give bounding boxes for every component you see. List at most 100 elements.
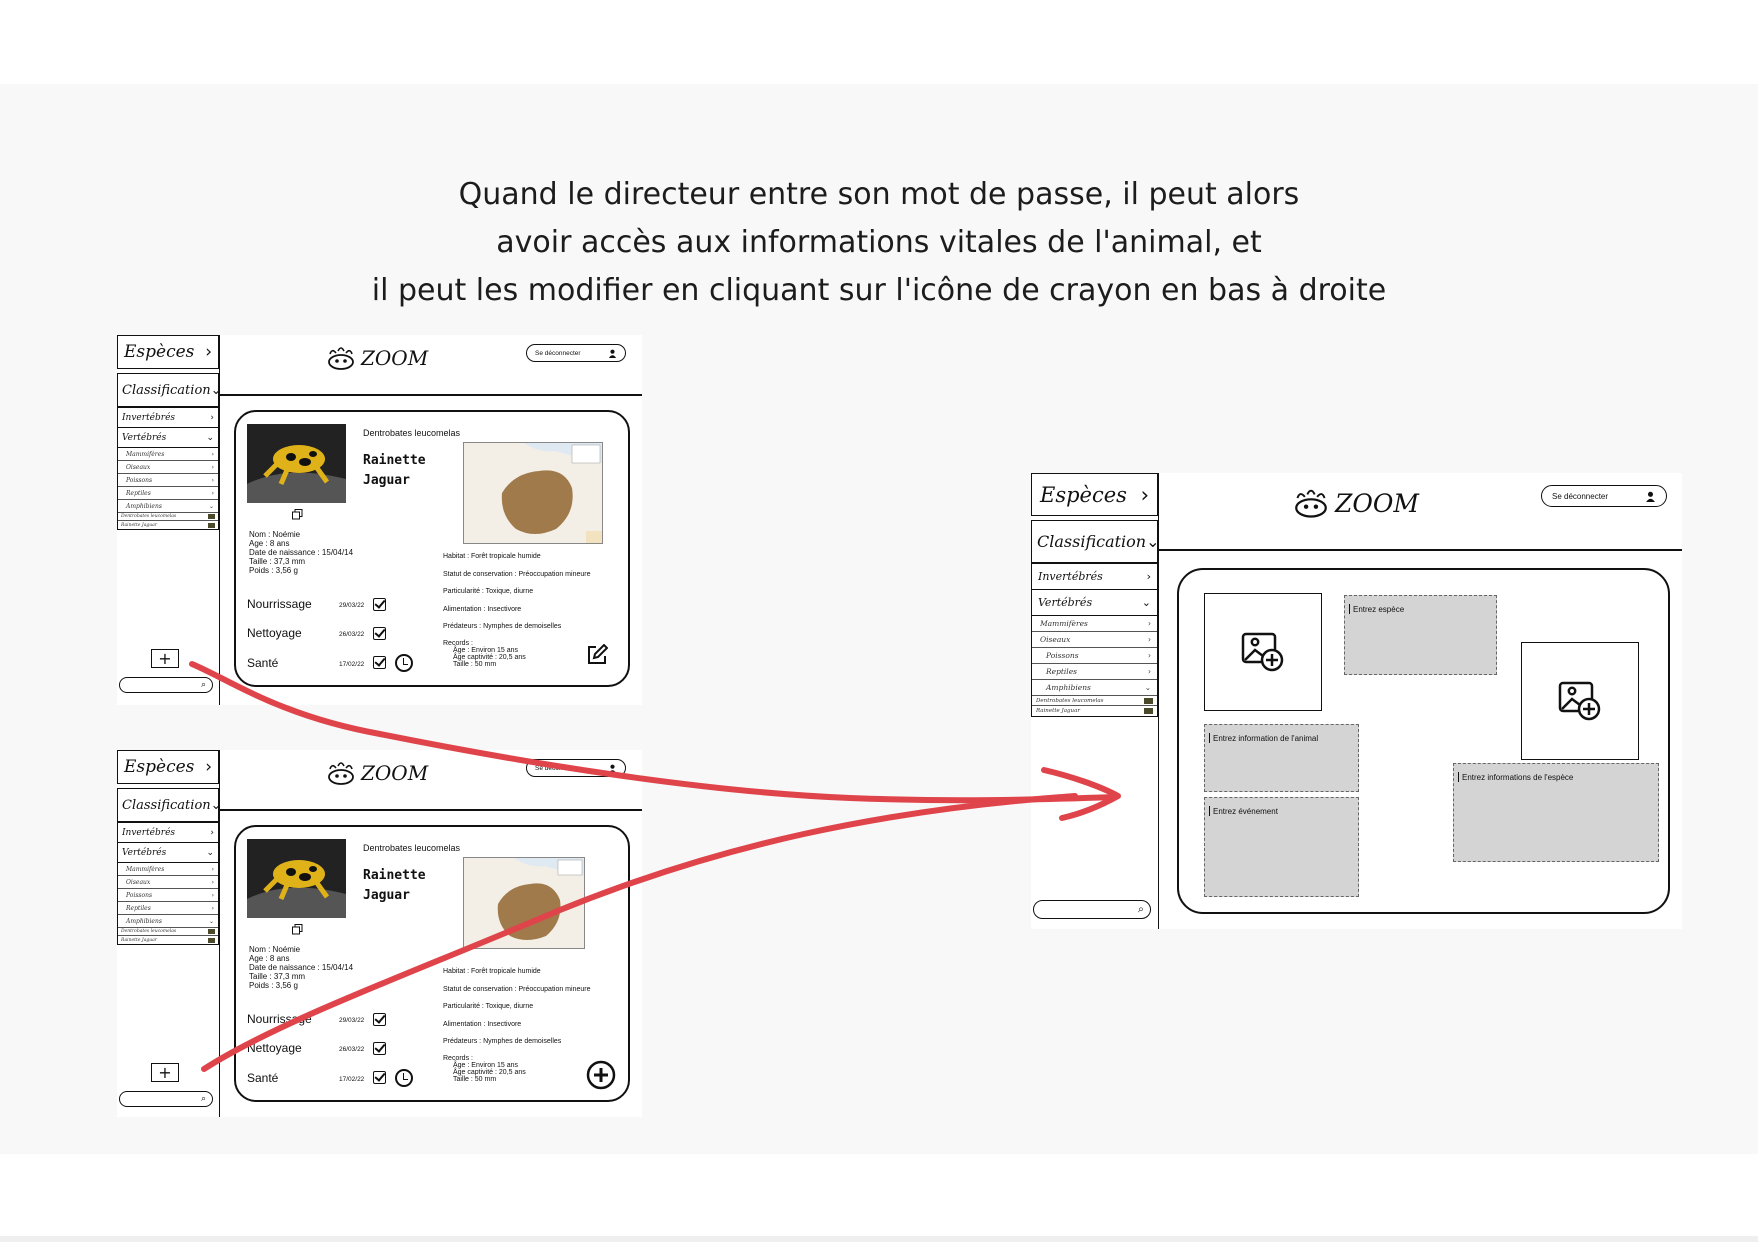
- sidebar-species-item[interactable]: Rainette Jaguar: [1032, 706, 1157, 716]
- sidebar-classification-label: Classification: [1037, 532, 1147, 551]
- search-input[interactable]: ⌕: [119, 1091, 213, 1107]
- sidebar-species-item[interactable]: Rainette Jaguar: [118, 521, 218, 529]
- chevron-right-icon: ›: [211, 489, 214, 497]
- checkbox-icon[interactable]: [373, 598, 386, 611]
- sidebar-subitem-label: Oiseaux: [126, 463, 151, 471]
- sidebar-subitem-label: Amphibiens: [1046, 683, 1091, 692]
- range-map-image: [464, 443, 602, 543]
- sidebar-classification[interactable]: Classification ⌄: [1031, 520, 1160, 563]
- particularite-text: Particularité : Toxique, diurne: [443, 588, 534, 595]
- sidebar-species-label: Dentrobates leucomelas: [1036, 697, 1104, 704]
- sidebar-subitem-mammiferes[interactable]: Mammifères ›: [118, 863, 218, 876]
- evenement-input[interactable]: Entrez événement: [1204, 797, 1359, 897]
- logout-button[interactable]: Se déconnecter: [1541, 485, 1667, 507]
- add-button[interactable]: +: [151, 649, 179, 668]
- sidebar-subitem-amphibiens[interactable]: Amphibiens ⌄: [118, 500, 218, 513]
- sidebar-subitem-reptiles[interactable]: Reptiles ›: [118, 902, 218, 915]
- sidebar-subitem-poissons[interactable]: Poissons ›: [118, 474, 218, 487]
- animal-card: Dentrobates leucomelas Rainette Jaguar N…: [234, 410, 630, 687]
- statut-text: Statut de conservation : Préoccupation m…: [443, 986, 591, 993]
- habitat-text: Habitat : Forêt tropicale humide: [443, 968, 541, 975]
- add-circle-icon[interactable]: [586, 1060, 616, 1090]
- add-image-icon: [1558, 681, 1601, 721]
- checkbox-icon[interactable]: [373, 1013, 386, 1026]
- sidebar-item-label: Vertébrés: [122, 847, 167, 858]
- sidebar-subitem-oiseaux[interactable]: Oiseaux ›: [118, 461, 218, 474]
- sidebar-item-invertebres[interactable]: Invertébrés ›: [118, 823, 218, 843]
- add-button[interactable]: +: [151, 1063, 179, 1082]
- checkbox-icon[interactable]: [373, 627, 386, 640]
- sidebar-subitem-oiseaux[interactable]: Oiseaux ›: [1032, 632, 1157, 648]
- animal-image-upload[interactable]: [1204, 593, 1322, 711]
- sidebar-subitem-amphibiens[interactable]: Amphibiens ⌄: [1032, 680, 1157, 696]
- sidebar-item-invertebres[interactable]: Invertébrés ›: [1032, 564, 1157, 590]
- sidebar-item-invertebres[interactable]: Invertébrés ›: [118, 408, 218, 428]
- plus-icon: +: [158, 1063, 172, 1082]
- scientific-name: Dentrobates leucomelas: [363, 843, 461, 853]
- logout-button[interactable]: Se déconnecter: [526, 759, 626, 777]
- search-input[interactable]: ⌕: [1033, 900, 1151, 919]
- species-image-upload[interactable]: [1521, 642, 1639, 760]
- gallery-icon[interactable]: [292, 924, 303, 935]
- checkbox-icon[interactable]: [373, 1042, 386, 1055]
- sidebar-classification[interactable]: Classification ⌄: [117, 788, 222, 822]
- chevron-down-icon: ⌄: [1144, 683, 1151, 692]
- predateurs-text: Prédateurs : Nymphes de demoiselles: [443, 623, 562, 630]
- sidebar-subitem-poissons[interactable]: Poissons ›: [1032, 648, 1157, 664]
- caption-line-3: il peut les modifier en cliquant sur l'i…: [371, 273, 1387, 308]
- sidebar-item-vertebres[interactable]: Vertébrés ⌄: [118, 428, 218, 448]
- sidebar-subitem-mammiferes[interactable]: Mammifères ›: [1032, 616, 1157, 632]
- checkbox-icon[interactable]: [373, 656, 386, 669]
- species-thumbnail: [208, 929, 215, 934]
- sidebar-subitem-label: Reptiles: [126, 489, 151, 497]
- animal-info-input[interactable]: Entrez information de l'animal: [1204, 724, 1359, 792]
- sidebar-sublist: Invertébrés › Vertébrés ⌄ Mammifères › Oise…: [117, 822, 219, 945]
- sidebar-species-label: Dentrobates leucomelas: [121, 929, 177, 934]
- checkbox-icon[interactable]: [373, 1071, 386, 1084]
- sidebar-subitem-label: Oiseaux: [1040, 635, 1071, 644]
- sidebar-subitem-oiseaux[interactable]: Oiseaux ›: [118, 876, 218, 889]
- sidebar-subitem-poissons[interactable]: Poissons ›: [118, 889, 218, 902]
- paw-logo-icon: [328, 762, 354, 785]
- sidebar-subitem-reptiles[interactable]: Reptiles ›: [1032, 664, 1157, 680]
- record-taille: Taille : 50 mm: [453, 661, 497, 668]
- chevron-down-icon: ⌄: [1141, 596, 1151, 609]
- espece-input[interactable]: Entrez espèce: [1344, 595, 1497, 675]
- sidebar-subitem-amphibiens[interactable]: Amphibiens ⌄: [118, 915, 218, 928]
- info-age: Age : 8 ans: [249, 539, 290, 548]
- task-label: Nettoyage: [247, 1041, 302, 1055]
- sidebar-species-label: Rainette Jaguar: [121, 522, 157, 528]
- logout-label: Se déconnecter: [1552, 491, 1609, 501]
- header-divider: [219, 809, 642, 811]
- clock-icon[interactable]: [395, 1069, 413, 1087]
- sidebar-species-item[interactable]: Dentrobates leucomelas: [118, 928, 218, 936]
- info-age: Age : 8 ans: [249, 954, 290, 963]
- sidebar-especes[interactable]: Espèces ›: [1031, 473, 1158, 516]
- sidebar: Espèces › Classification ⌄ Invertébrés › Ve…: [1031, 473, 1160, 929]
- sidebar-subitem-reptiles[interactable]: Reptiles ›: [118, 487, 218, 500]
- chevron-right-icon: ›: [1146, 570, 1151, 583]
- chevron-right-icon: ›: [205, 757, 212, 777]
- slide-caption: Quand le directeur entre son mot de pass…: [0, 171, 1758, 315]
- records-title: Records :: [443, 1055, 473, 1062]
- logout-button[interactable]: Se déconnecter: [526, 344, 626, 362]
- task-date: 26/03/22: [339, 631, 365, 638]
- sidebar-item-vertebres[interactable]: Vertébrés ⌄: [1032, 590, 1157, 616]
- sidebar-especes[interactable]: Espèces ›: [117, 335, 219, 369]
- bottom-divider: [0, 1236, 1758, 1242]
- clock-icon[interactable]: [395, 654, 413, 672]
- gallery-icon[interactable]: [292, 509, 303, 520]
- sidebar-classification[interactable]: Classification ⌄: [117, 373, 222, 407]
- search-input[interactable]: ⌕: [119, 677, 213, 693]
- sidebar-species-item[interactable]: Dentrobates leucomelas: [118, 513, 218, 521]
- espece-info-input[interactable]: Entrez informations de l'espèce: [1453, 763, 1659, 862]
- sidebar-species-item[interactable]: Rainette Jaguar: [118, 936, 218, 944]
- sidebar-item-vertebres[interactable]: Vertébrés ⌄: [118, 843, 218, 863]
- sidebar-subitem-mammiferes[interactable]: Mammifères ›: [118, 448, 218, 461]
- sidebar-especes[interactable]: Espèces ›: [117, 750, 219, 784]
- pencil-edit-icon[interactable]: [586, 644, 608, 666]
- habitat-text: Habitat : Forêt tropicale humide: [443, 553, 541, 560]
- chevron-right-icon: ›: [1148, 635, 1151, 644]
- sidebar-species-item[interactable]: Dentrobates leucomelas: [1032, 696, 1157, 706]
- sidebar-subitem-label: Amphibiens: [126, 917, 162, 925]
